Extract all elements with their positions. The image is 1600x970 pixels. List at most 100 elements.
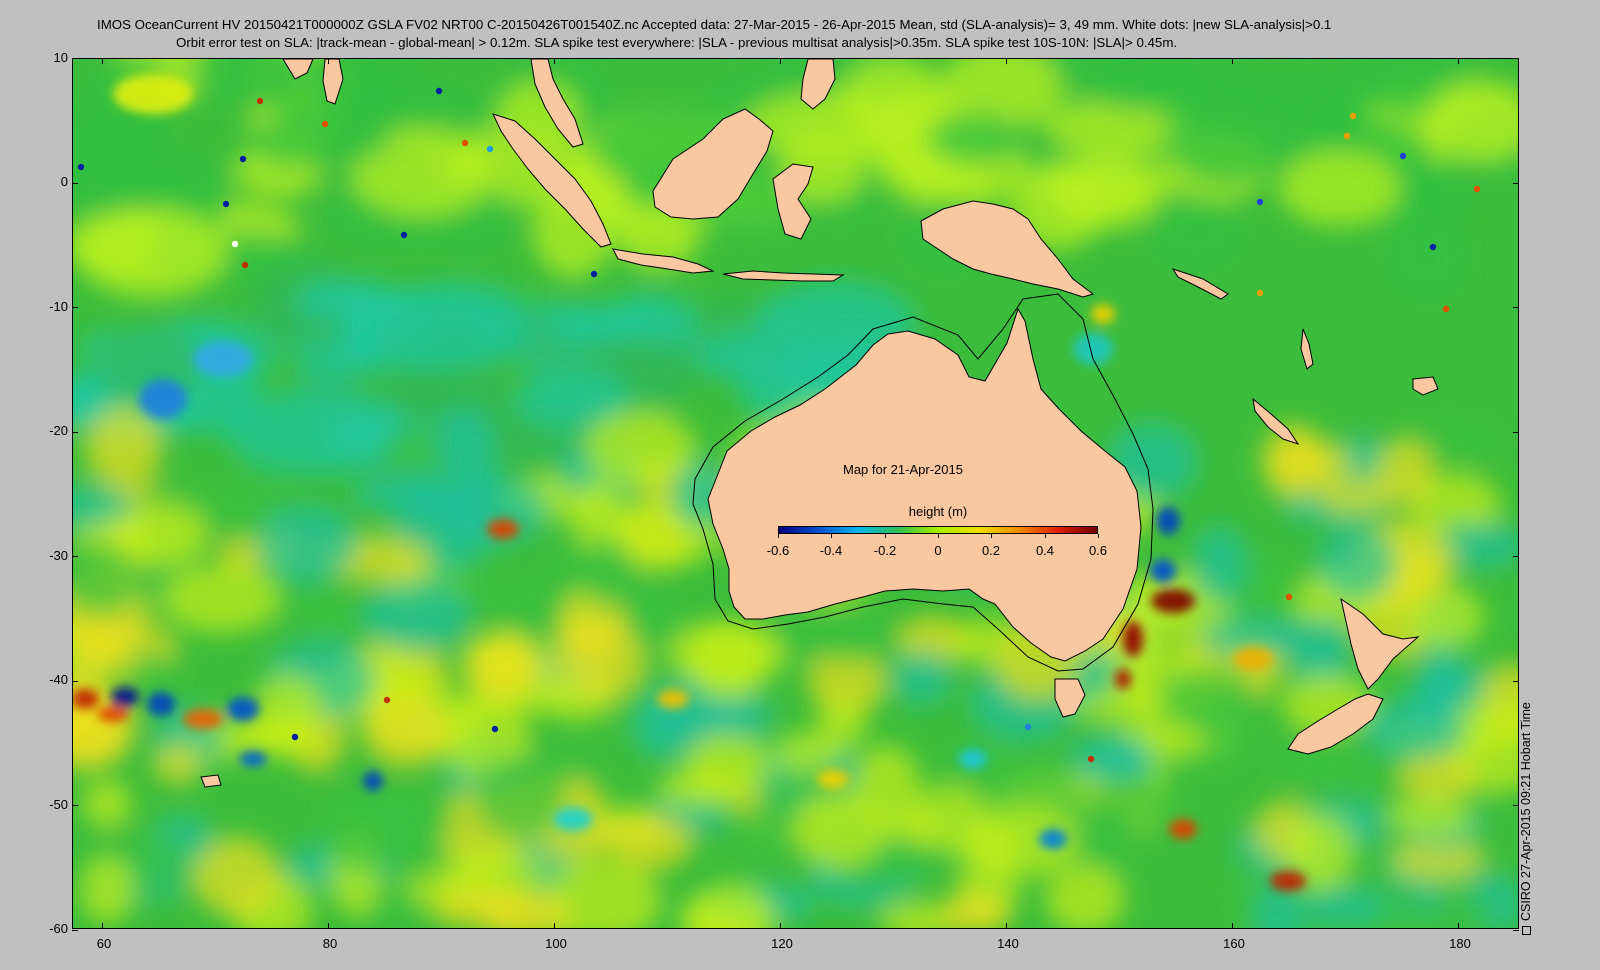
sla-blob xyxy=(890,650,954,706)
colorbar-label: -0.2 xyxy=(873,543,897,558)
qc-dot xyxy=(491,725,499,733)
sla-blob xyxy=(657,689,689,709)
qc-dot xyxy=(222,200,230,208)
colorbar-label: 0.2 xyxy=(981,543,1001,558)
y-axis-tick xyxy=(1513,307,1519,308)
colorbar-tick xyxy=(937,534,939,538)
x-axis-tick xyxy=(1006,58,1007,64)
sla-blob xyxy=(579,535,633,608)
y-tick-label: 0 xyxy=(60,174,68,189)
qc-dot xyxy=(400,231,408,239)
colorbar-tick xyxy=(778,534,779,538)
sla-blob xyxy=(792,792,885,870)
sla-blob xyxy=(116,505,210,568)
colorbar-title: height (m) xyxy=(908,504,968,519)
sla-blob xyxy=(113,74,193,114)
sla-blob xyxy=(227,697,259,721)
sla-blob xyxy=(81,778,132,828)
sla-blob xyxy=(433,406,495,483)
y-axis-tick xyxy=(1513,680,1519,682)
sla-blob xyxy=(1278,150,1401,227)
y-tick-label: -30 xyxy=(49,548,68,563)
sla-blob xyxy=(1384,214,1469,301)
qc-dot xyxy=(321,120,329,128)
qc-dot xyxy=(461,139,469,147)
sla-blob xyxy=(1374,439,1436,506)
sla-blob xyxy=(239,751,267,767)
sla-blob xyxy=(817,769,849,789)
x-axis-tick xyxy=(1006,923,1007,929)
sla-blob xyxy=(1169,819,1197,839)
sla-blob xyxy=(655,769,747,808)
x-tick-label: 60 xyxy=(96,936,112,951)
sla-blob xyxy=(1233,647,1273,671)
y-axis-tick xyxy=(72,182,78,184)
sla-blob xyxy=(959,749,987,769)
sla-blob xyxy=(1039,829,1067,849)
sla-blob xyxy=(1316,527,1398,601)
qc-dot xyxy=(1343,132,1351,140)
qc-dot xyxy=(1256,198,1264,206)
y-axis-tick xyxy=(1513,58,1519,59)
sla-blob xyxy=(152,743,205,784)
x-axis-tick xyxy=(780,923,781,929)
sla-blob xyxy=(1087,776,1185,829)
colorbar-tick xyxy=(831,534,833,538)
y-tick-label: -20 xyxy=(49,423,68,438)
sla-blob xyxy=(816,698,867,750)
x-axis-tick xyxy=(1232,923,1233,929)
colorbar-label: 0.4 xyxy=(1035,543,1055,558)
sla-blob xyxy=(1413,657,1466,701)
qc-dot xyxy=(291,733,299,741)
y-axis-tick xyxy=(72,805,78,806)
sla-blob xyxy=(338,296,528,369)
sla-blob xyxy=(383,427,440,473)
qc-dot xyxy=(1087,755,1095,763)
x-tick-label: 180 xyxy=(1449,936,1471,951)
figure-page: IMOS OceanCurrent HV 20150421T000000Z GS… xyxy=(0,0,1600,970)
y-tick-label: -50 xyxy=(49,797,68,812)
y-axis-tick xyxy=(1513,431,1519,433)
sla-blob xyxy=(1261,423,1327,501)
y-axis-tick xyxy=(72,58,78,59)
sla-blob xyxy=(462,632,542,703)
qc-dot xyxy=(486,145,494,153)
x-axis-tick xyxy=(554,923,555,929)
sla-blob xyxy=(1094,59,1266,115)
y-axis-tick xyxy=(72,929,78,931)
y-axis-tick xyxy=(1513,182,1519,184)
colorbar xyxy=(778,526,1098,534)
credit-label: CSIRO 27-Apr-2015 09:21 Hobart Time xyxy=(1519,702,1533,935)
x-axis-tick xyxy=(780,58,781,64)
sla-blob xyxy=(1305,884,1381,928)
sla-blob xyxy=(1156,507,1180,535)
qc-dot xyxy=(77,163,85,171)
sla-blob xyxy=(472,755,569,839)
sla-blob xyxy=(255,504,360,583)
sla-blob xyxy=(97,706,129,722)
sla-blob xyxy=(1270,871,1306,891)
sla-blob xyxy=(1398,753,1476,801)
x-axis-tick xyxy=(102,58,103,64)
qc-dot xyxy=(256,97,264,105)
colorbar-label: 0 xyxy=(934,543,942,558)
credit-text: CSIRO 27-Apr-2015 09:21 Hobart Time xyxy=(1519,702,1533,921)
sla-map-panel xyxy=(72,58,1519,929)
x-axis-tick xyxy=(102,923,103,929)
sla-blob xyxy=(362,579,471,652)
map-date-label: Map for 21-Apr-2015 xyxy=(843,462,963,477)
x-tick-label: 80 xyxy=(322,936,338,951)
x-axis-tick xyxy=(1232,58,1233,64)
sla-blob xyxy=(1115,669,1131,689)
sla-blob xyxy=(927,112,1028,166)
x-tick-label: 100 xyxy=(545,936,567,951)
x-tick-label: 120 xyxy=(771,936,793,951)
x-axis-tick xyxy=(554,58,555,64)
colorbar-label: 0.6 xyxy=(1088,543,1108,558)
sla-blob xyxy=(1192,526,1248,604)
qc-dot xyxy=(1024,723,1032,731)
x-tick-label: 140 xyxy=(997,936,1019,951)
sla-blob xyxy=(193,836,281,917)
qc-dot xyxy=(1442,305,1450,313)
x-axis-tick xyxy=(1458,923,1459,929)
